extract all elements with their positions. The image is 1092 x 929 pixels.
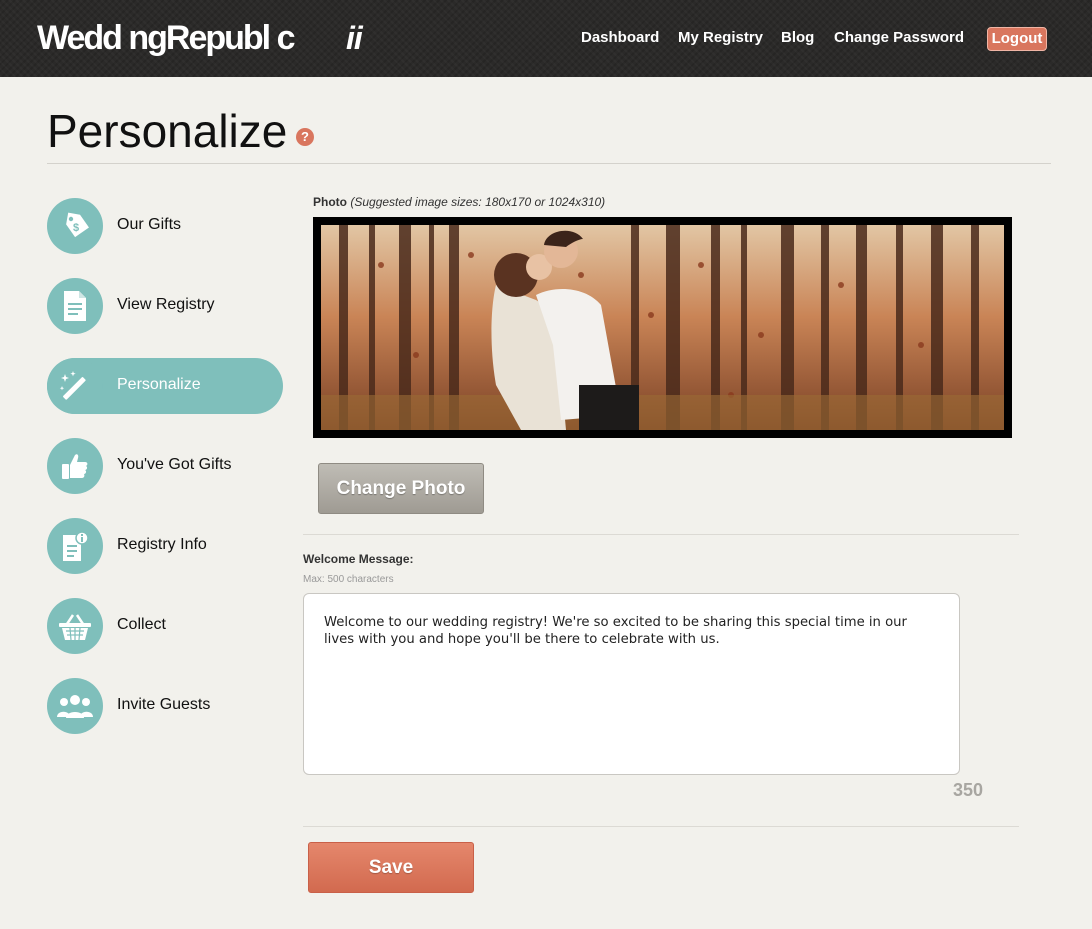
sidebar-item-label: View Registry [117, 296, 215, 313]
sidebar-item-label: You've Got Gifts [117, 456, 232, 473]
sidebar-item-view-registry[interactable]: View Registry [47, 278, 283, 334]
nav-blog[interactable]: Blog [781, 29, 814, 46]
price-tag-icon: $ [47, 198, 103, 254]
sidebar-item-collect[interactable]: Collect [47, 598, 283, 654]
sidebar-item-invite-guests[interactable]: Invite Guests [47, 678, 283, 734]
sidebar-item-label: Collect [117, 616, 166, 633]
save-button[interactable]: Save [308, 842, 474, 893]
cover-photo [321, 225, 1004, 430]
document-icon [47, 278, 103, 334]
sidebar-item-youve-got-gifts[interactable]: You've Got Gifts [47, 438, 283, 494]
divider [303, 534, 1019, 535]
group-icon [47, 678, 103, 734]
max-characters-hint: Max: 500 characters [303, 574, 394, 585]
sidebar-item-label: Personalize [117, 376, 201, 393]
info-document-icon [47, 518, 103, 574]
svg-text:$: $ [73, 222, 79, 234]
cover-photo-frame [313, 217, 1012, 438]
logout-button[interactable]: Logout [987, 27, 1047, 51]
divider [47, 163, 1051, 164]
thumbs-up-icon [47, 438, 103, 494]
magic-wand-icon [47, 358, 103, 414]
sidebar-item-registry-info[interactable]: Registry Info [47, 518, 283, 574]
help-icon[interactable]: ? [296, 128, 314, 146]
sidebar-item-label: Invite Guests [117, 696, 211, 713]
sidebar-item-label: Our Gifts [117, 216, 182, 233]
nav-change-password[interactable]: Change Password [834, 29, 964, 46]
characters-remaining-count: 350 [953, 780, 984, 800]
nav-my-registry[interactable]: My Registry [678, 29, 763, 46]
main-nav: Dashboard My Registry Blog Change Passwo… [0, 27, 1092, 53]
divider [303, 826, 1019, 827]
photo-label: Photo (Suggested image sizes: 180x170 or… [313, 195, 605, 209]
change-photo-button[interactable]: Change Photo [318, 463, 484, 514]
photo-label-title: Photo [313, 195, 347, 209]
welcome-message-label: Welcome Message: [303, 552, 414, 566]
sidebar-item-label: Registry Info [117, 536, 207, 553]
nav-dashboard[interactable]: Dashboard [581, 29, 659, 46]
sidebar-item-our-gifts[interactable]: $ Our Gifts [47, 198, 283, 254]
basket-icon [47, 598, 103, 654]
welcome-message-textarea[interactable]: Welcome to our wedding registry! We're s… [303, 593, 960, 775]
photo-size-hint: (Suggested image sizes: 180x170 or 1024x… [350, 195, 606, 209]
top-navigation-bar: Wedd ngRepubl c ii Dashboard My Registry… [0, 0, 1092, 77]
page-title: Personalize [47, 105, 288, 157]
sidebar-item-personalize[interactable]: Personalize [47, 358, 283, 414]
